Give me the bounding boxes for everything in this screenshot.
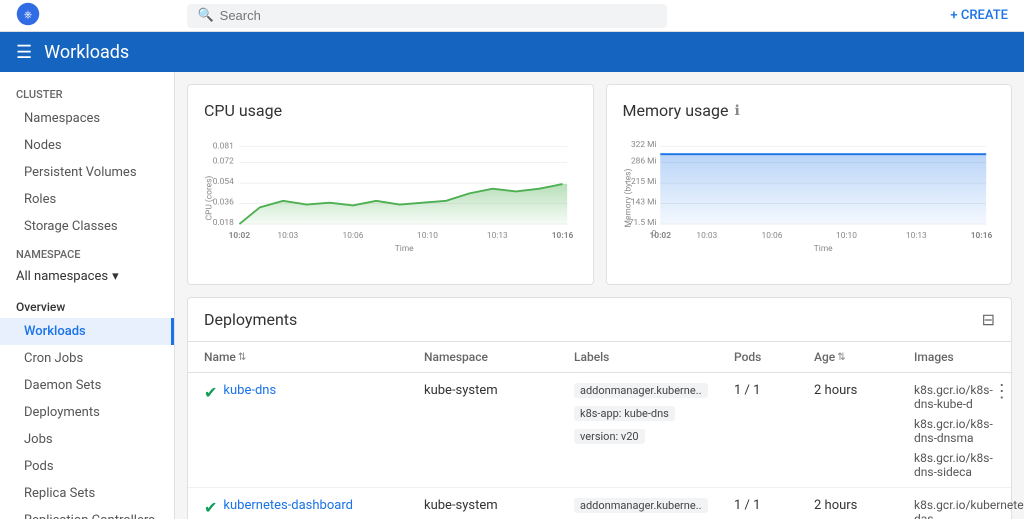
svg-text:10:06: 10:06	[761, 231, 782, 241]
deployment-namespace-kubernetes-dashboard: kube-system	[424, 496, 574, 513]
sidebar-item-jobs[interactable]: Jobs	[0, 426, 174, 453]
sidebar-item-namespaces[interactable]: Namespaces	[0, 105, 174, 132]
sidebar-item-storage-classes[interactable]: Storage Classes	[0, 213, 174, 240]
svg-text:10:10: 10:10	[836, 231, 857, 241]
sidebar-item-daemon-sets[interactable]: Daemon Sets	[0, 372, 174, 399]
search-box[interactable]: 🔍	[187, 4, 667, 28]
svg-text:143 Mi: 143 Mi	[630, 198, 656, 208]
svg-text:Time: Time	[395, 244, 414, 254]
svg-text:CPU (cores): CPU (cores)	[204, 176, 214, 221]
search-icon: 🔍	[197, 8, 213, 23]
memory-chart-svg: 322 Mi 286 Mi 215 Mi 143 Mi 71.5 Mi 0 Me…	[623, 128, 996, 268]
svg-text:10:13: 10:13	[905, 231, 926, 241]
memory-chart-area: 322 Mi 286 Mi 215 Mi 143 Mi 71.5 Mi 0 Me…	[623, 128, 996, 268]
deployment-pods-kubernetes-dashboard: 1 / 1	[734, 496, 814, 513]
svg-text:Memory (bytes): Memory (bytes)	[623, 169, 633, 228]
table-row: ✔ kubernetes-dashboard kube-system addon…	[188, 488, 1011, 519]
sidebar-item-deployments[interactable]: Deployments	[0, 399, 174, 426]
sidebar-item-persistent-volumes[interactable]: Persistent Volumes	[0, 159, 174, 186]
svg-text:10:10: 10:10	[417, 231, 438, 241]
col-images: Images	[914, 350, 971, 364]
deployment-age-kubernetes-dashboard: 2 hours	[814, 496, 914, 513]
col-labels: Labels	[574, 350, 734, 364]
deployment-name-kube-dns[interactable]: ✔ kube-dns	[204, 381, 424, 402]
top-bar: ⎈ 🔍 + CREATE	[0, 0, 1024, 32]
status-ok-icon: ✔	[204, 383, 217, 402]
svg-text:10:06: 10:06	[343, 231, 364, 241]
table-columns: Name ⇅ Namespace Labels Pods Age ⇅ Image	[188, 342, 1011, 373]
table-header: Deployments ⊟	[188, 298, 1011, 342]
status-ok-icon: ✔	[204, 498, 217, 517]
col-pods: Pods	[734, 350, 814, 364]
svg-text:286 Mi: 286 Mi	[630, 157, 656, 167]
svg-text:10:02: 10:02	[649, 231, 671, 241]
sidebar-item-replication-controllers[interactable]: Replication Controllers	[0, 507, 174, 519]
more-options-kube-dns[interactable]: ⋮	[993, 381, 1017, 402]
content-area: CPU usage 0.081 0.072 0.054 0.036 0.018 …	[175, 72, 1024, 519]
create-button[interactable]: + CREATE	[950, 8, 1008, 23]
charts-row: CPU usage 0.081 0.072 0.054 0.036 0.018 …	[187, 84, 1012, 285]
filter-icon[interactable]: ⊟	[982, 310, 995, 329]
search-input[interactable]	[220, 8, 658, 23]
table-row: ✔ kube-dns kube-system addonmanager.kube…	[188, 373, 1011, 488]
cpu-chart-card: CPU usage 0.081 0.072 0.054 0.036 0.018 …	[187, 84, 594, 285]
deployments-table-card: Deployments ⊟ Name ⇅ Namespace Labels Po…	[187, 297, 1012, 519]
svg-text:Time: Time	[813, 244, 832, 254]
sidebar-item-replica-sets[interactable]: Replica Sets	[0, 480, 174, 507]
nav-title: Workloads	[44, 42, 129, 63]
sidebar-item-workloads[interactable]: Workloads	[0, 318, 174, 345]
chevron-down-icon: ▾	[112, 269, 119, 284]
deployment-pods-kube-dns: 1 / 1	[734, 381, 814, 398]
cpu-chart-area: 0.081 0.072 0.054 0.036 0.018 CPU (cores…	[204, 128, 577, 268]
svg-text:215 Mi: 215 Mi	[630, 177, 656, 187]
deployment-labels-kube-dns: addonmanager.kuberne.. k8s-app: kube-dns…	[574, 381, 734, 446]
svg-text:0.081: 0.081	[213, 142, 234, 152]
svg-text:⎈: ⎈	[24, 8, 33, 20]
overview-section-title: Overview	[0, 292, 174, 318]
nav-bar: ☰ Workloads	[0, 32, 1024, 72]
sidebar-item-nodes[interactable]: Nodes	[0, 132, 174, 159]
col-namespace: Namespace	[424, 350, 574, 364]
menu-icon[interactable]: ☰	[16, 42, 32, 63]
k8s-logo: ⎈	[16, 2, 40, 30]
svg-text:0.054: 0.054	[213, 177, 234, 187]
svg-text:10:16: 10:16	[552, 231, 574, 241]
deployment-images-kube-dns: k8s.gcr.io/k8s-dns-kube-d k8s.gcr.io/k8s…	[914, 381, 993, 479]
svg-text:10:02: 10:02	[229, 231, 251, 241]
svg-text:10:03: 10:03	[696, 231, 717, 241]
deployment-images-kubernetes-dashboard: k8s.gcr.io/kubernetes-das	[914, 496, 1024, 519]
svg-text:0.036: 0.036	[213, 198, 234, 208]
sidebar: Cluster Namespaces Nodes Persistent Volu…	[0, 72, 175, 519]
cpu-chart-svg: 0.081 0.072 0.054 0.036 0.018 CPU (cores…	[204, 128, 577, 268]
sort-icon-name[interactable]: ⇅	[238, 352, 246, 363]
cluster-section-title: Cluster	[0, 80, 174, 105]
col-name: Name ⇅	[204, 350, 424, 364]
deployment-labels-kubernetes-dashboard: addonmanager.kuberne.. kubernetes.io/min…	[574, 496, 734, 519]
svg-text:10:13: 10:13	[487, 231, 508, 241]
cpu-chart-title: CPU usage	[204, 101, 577, 120]
namespace-selector[interactable]: All namespaces ▾	[0, 265, 174, 288]
sort-icon-age[interactable]: ⇅	[837, 352, 845, 363]
svg-text:0.018: 0.018	[213, 218, 234, 228]
svg-text:10:16: 10:16	[970, 231, 992, 241]
deployments-title: Deployments	[204, 310, 297, 329]
svg-text:322 Mi: 322 Mi	[630, 140, 656, 150]
info-icon: ℹ	[734, 103, 739, 119]
svg-text:10:03: 10:03	[277, 231, 298, 241]
main-layout: Cluster Namespaces Nodes Persistent Volu…	[0, 72, 1024, 519]
memory-chart-card: Memory usage ℹ 322 Mi 286 Mi 215 Mi 143 …	[606, 84, 1013, 285]
svg-text:0.072: 0.072	[213, 157, 234, 167]
sidebar-item-cron-jobs[interactable]: Cron Jobs	[0, 345, 174, 372]
col-age: Age ⇅	[814, 350, 914, 364]
memory-chart-title: Memory usage ℹ	[623, 101, 996, 120]
namespace-section-title: Namespace	[0, 240, 174, 265]
sidebar-item-pods[interactable]: Pods	[0, 453, 174, 480]
deployment-name-kubernetes-dashboard[interactable]: ✔ kubernetes-dashboard	[204, 496, 424, 517]
deployment-namespace-kube-dns: kube-system	[424, 381, 574, 398]
deployment-age-kube-dns: 2 hours	[814, 381, 914, 398]
sidebar-item-roles[interactable]: Roles	[0, 186, 174, 213]
